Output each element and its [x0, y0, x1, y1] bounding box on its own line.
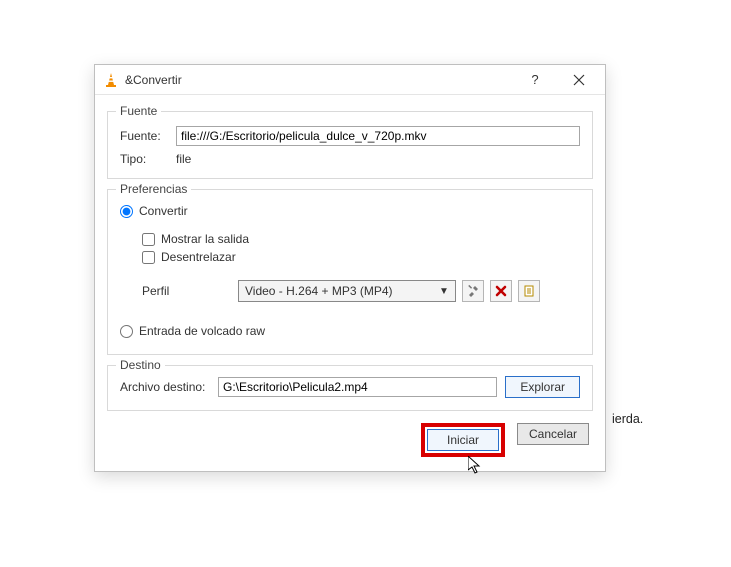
start-button-highlight: Iniciar: [421, 423, 505, 457]
tools-icon: [466, 284, 480, 298]
close-button[interactable]: [557, 65, 601, 95]
browse-button[interactable]: Explorar: [505, 376, 580, 398]
vlc-cone-icon: [103, 72, 119, 88]
profile-combobox[interactable]: Video - H.264 + MP3 (MP4) ▼: [238, 280, 456, 302]
preferences-group: Preferencias Convertir Mostrar la salida…: [107, 189, 593, 355]
checkbox-show-output[interactable]: Mostrar la salida: [142, 232, 580, 246]
background-text-fragment: ierda.: [612, 412, 643, 426]
type-value: file: [176, 152, 191, 166]
source-group: Fuente Fuente: Tipo: file: [107, 111, 593, 179]
destination-group-label: Destino: [116, 358, 165, 372]
new-profile-button[interactable]: [518, 280, 540, 302]
titlebar: &Convertir ?: [95, 65, 605, 95]
radio-convert-input[interactable]: [120, 205, 133, 218]
checkbox-show-output-label: Mostrar la salida: [161, 232, 249, 246]
cancel-button[interactable]: Cancelar: [517, 423, 589, 445]
checkbox-deinterlace[interactable]: Desentrelazar: [142, 250, 580, 264]
radio-convert-label: Convertir: [139, 204, 188, 218]
radio-convert[interactable]: Convertir: [120, 204, 580, 218]
destination-group: Destino Archivo destino: Explorar: [107, 365, 593, 411]
type-label: Tipo:: [120, 152, 176, 166]
help-button[interactable]: ?: [513, 65, 557, 95]
source-input[interactable]: [176, 126, 580, 146]
window-title: &Convertir: [125, 73, 182, 87]
convert-dialog: &Convertir ? Fuente Fuente: Tipo: file P…: [94, 64, 606, 472]
profile-label: Perfil: [142, 284, 232, 298]
dialog-footer: Iniciar Cancelar: [107, 411, 593, 459]
checkbox-deinterlace-label: Desentrelazar: [161, 250, 236, 264]
radio-raw-dump-label: Entrada de volcado raw: [139, 324, 265, 338]
delete-profile-button[interactable]: [490, 280, 512, 302]
destination-label: Archivo destino:: [120, 380, 210, 394]
source-label: Fuente:: [120, 129, 176, 143]
preferences-group-label: Preferencias: [116, 182, 191, 196]
chevron-down-icon: ▼: [437, 286, 451, 297]
start-button[interactable]: Iniciar: [427, 429, 499, 451]
radio-raw-dump[interactable]: Entrada de volcado raw: [120, 324, 580, 338]
edit-profile-button[interactable]: [462, 280, 484, 302]
destination-input[interactable]: [218, 377, 497, 397]
checkbox-show-output-input[interactable]: [142, 233, 155, 246]
radio-raw-dump-input[interactable]: [120, 325, 133, 338]
delete-icon: [494, 284, 508, 298]
source-group-label: Fuente: [116, 104, 161, 118]
checkbox-deinterlace-input[interactable]: [142, 251, 155, 264]
profile-value: Video - H.264 + MP3 (MP4): [245, 284, 393, 298]
new-profile-icon: [522, 284, 536, 298]
